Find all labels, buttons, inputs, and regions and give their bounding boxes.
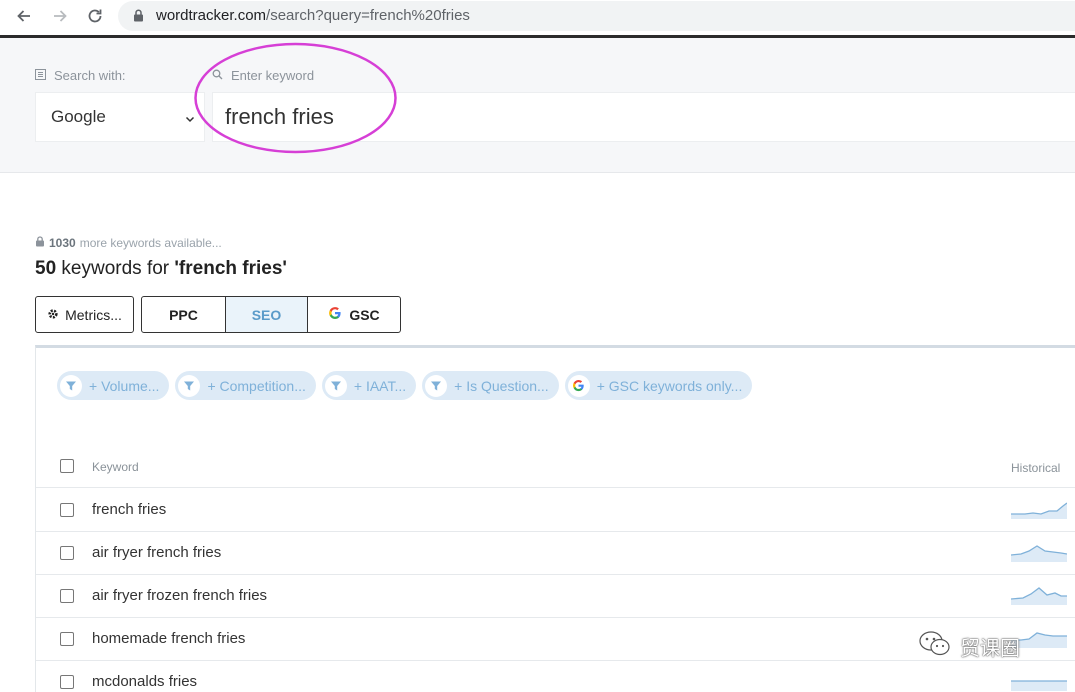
- metrics-button[interactable]: Metrics...: [35, 296, 134, 333]
- results-title: 50 keywords for 'french fries': [35, 258, 287, 280]
- historical-sparkline: [1011, 502, 1067, 519]
- row-keyword[interactable]: mcdonalds fries: [92, 673, 197, 690]
- historical-sparkline: [1011, 680, 1067, 691]
- forward-arrow-icon[interactable]: [48, 4, 72, 28]
- keyword-label: Enter keyword: [212, 68, 314, 83]
- watermark: 贸课圈: [918, 630, 1020, 663]
- row-checkbox[interactable]: [60, 675, 74, 689]
- more-text: more keywords available...: [79, 236, 222, 250]
- list-icon: [35, 68, 46, 83]
- google-icon: [328, 306, 342, 323]
- filter-chip-label: + Is Question...: [454, 377, 549, 394]
- table-header: Keyword Historical: [36, 448, 1075, 488]
- tab-ppc[interactable]: PPC: [142, 297, 226, 332]
- mode-tab-group: PPC SEO GSC: [141, 296, 401, 333]
- back-arrow-icon[interactable]: [12, 4, 36, 28]
- filter-chip-label: + Volume...: [89, 377, 160, 394]
- tab-gsc[interactable]: GSC: [308, 297, 400, 332]
- google-icon: [567, 374, 590, 397]
- filter-icon: [324, 374, 347, 397]
- row-keyword[interactable]: air fryer frozen french fries: [92, 587, 267, 604]
- metrics-label: Metrics...: [65, 306, 122, 323]
- results-count: 50: [35, 258, 57, 279]
- row-keyword[interactable]: air fryer french fries: [92, 544, 221, 561]
- filter-icon: [60, 374, 82, 397]
- row-keyword[interactable]: french fries: [92, 501, 166, 518]
- filter-chip-gsc-only[interactable]: + GSC keywords only...: [564, 371, 753, 400]
- select-all-checkbox[interactable]: [60, 459, 74, 473]
- table-row[interactable]: french fries: [36, 489, 1075, 532]
- filter-chip-competition[interactable]: + Competition...: [175, 371, 316, 400]
- search-icon: [212, 68, 223, 83]
- url-text[interactable]: wordtracker.com/search?query=french%20fr…: [156, 7, 470, 24]
- keyword-label-text: Enter keyword: [231, 68, 315, 83]
- chevron-down-icon: [184, 110, 196, 130]
- row-checkbox[interactable]: [60, 632, 74, 646]
- more-keywords-notice[interactable]: 1030 more keywords available...: [35, 236, 222, 250]
- wechat-icon: [918, 630, 952, 663]
- lock-icon: [35, 236, 45, 250]
- filter-chips: + Volume... + Competition... + IAAT... +…: [57, 371, 753, 400]
- historical-sparkline: [1011, 545, 1067, 562]
- search-engine-select[interactable]: Google: [35, 92, 205, 142]
- row-keyword[interactable]: homemade french fries: [92, 630, 245, 647]
- table-row[interactable]: air fryer french fries: [36, 532, 1075, 575]
- search-panel: Search with: Enter keyword Google: [0, 38, 1075, 173]
- filter-chip-label: + Competition...: [207, 377, 306, 394]
- lock-icon: [133, 9, 144, 27]
- row-checkbox[interactable]: [60, 546, 74, 560]
- table-row[interactable]: air fryer frozen french fries: [36, 575, 1075, 618]
- search-with-text: Search with:: [54, 68, 126, 83]
- gear-icon: [47, 307, 59, 323]
- watermark-text: 贸课圈: [960, 636, 1020, 660]
- filter-chip-is-question[interactable]: + Is Question...: [422, 371, 559, 400]
- tab-seo[interactable]: SEO: [226, 297, 308, 332]
- filter-chip-label: + GSC keywords only...: [596, 377, 743, 394]
- tab-ppc-label: PPC: [169, 306, 198, 323]
- browser-toolbar: wordtracker.com/search?query=french%20fr…: [0, 0, 1075, 35]
- tab-seo-label: SEO: [251, 306, 282, 323]
- reload-icon[interactable]: [83, 4, 107, 28]
- results-query: 'french fries': [174, 258, 287, 279]
- search-with-label: Search with:: [35, 68, 126, 83]
- url-host: wordtracker.com: [156, 7, 267, 24]
- historical-sparkline: [1011, 587, 1067, 605]
- row-checkbox[interactable]: [60, 589, 74, 603]
- table-row[interactable]: mcdonalds fries: [36, 661, 1075, 692]
- search-engine-value: Google: [51, 107, 106, 126]
- filter-chip-iaat[interactable]: + IAAT...: [321, 371, 417, 400]
- keyword-input[interactable]: [212, 92, 1075, 142]
- url-path: /search?query=french%20fries: [266, 7, 470, 24]
- column-header-historical[interactable]: Historical: [1011, 461, 1060, 475]
- results-title-text: keywords for: [61, 258, 170, 279]
- column-header-keyword[interactable]: Keyword: [92, 460, 139, 474]
- tab-gsc-label: GSC: [349, 306, 380, 323]
- more-count: 1030: [49, 236, 76, 250]
- filter-icon: [178, 374, 201, 397]
- filter-icon: [425, 374, 448, 397]
- row-checkbox[interactable]: [60, 503, 74, 517]
- filter-chip-volume[interactable]: + Volume...: [57, 371, 170, 400]
- filter-chip-label: + IAAT...: [353, 377, 407, 394]
